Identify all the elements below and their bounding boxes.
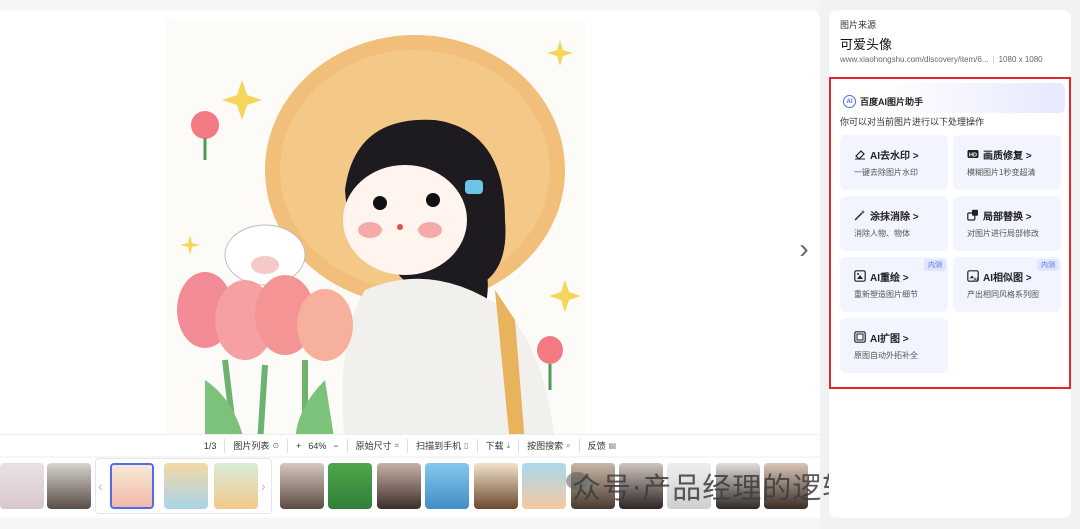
source-title[interactable]: 可爱头像	[840, 34, 892, 53]
thumbnail[interactable]	[425, 463, 469, 509]
eraser-icon	[855, 150, 865, 160]
scan-to-phone-label: 扫描到手机	[416, 441, 462, 451]
zoom-controls: + 64% −	[287, 438, 347, 453]
tool-name: 涂抹消除 >	[870, 212, 919, 223]
replace-icon	[967, 209, 978, 221]
redraw-icon	[854, 270, 866, 282]
tool-quality-repair[interactable]: HD 画质修复 > 模糊图片1秒变超清	[953, 135, 1061, 190]
viewer-toolbar: 1/3 图片列表 ⊙ + 64% − 原始尺寸 ⌗ 扫描到手机 ▯ 下载 ⤓ 按图搜索 ⌕…	[0, 434, 820, 456]
thumbnail[interactable]	[47, 463, 91, 509]
tool-ai-expand[interactable]: AI扩图 > 原图自动外拓补全	[840, 318, 948, 373]
feedback-button[interactable]: 反馈 ▤	[578, 438, 625, 453]
source-url-line: www.xiaohongshu.com/discovery/item/6... |…	[840, 55, 1043, 64]
tool-name: 画质修复 >	[983, 151, 1032, 162]
image-dimensions: 1080 x 1080	[998, 55, 1043, 64]
thumbnail[interactable]	[164, 463, 208, 509]
zoom-out-button[interactable]: −	[333, 441, 338, 451]
feedback-icon: ▤	[608, 441, 617, 450]
thumbnail[interactable]	[214, 463, 258, 509]
phone-icon: ▯	[464, 441, 469, 450]
tool-smear-erase[interactable]: 涂抹消除 > 消除人物、物体	[840, 196, 948, 251]
tool-name: AI去水印 >	[870, 151, 919, 162]
next-image-arrow[interactable]: ›	[790, 232, 818, 266]
download-icon: ⤓	[506, 440, 511, 450]
scan-to-phone-button[interactable]: 扫描到手机 ▯	[407, 438, 476, 453]
image-list-label: 图片列表	[233, 441, 270, 451]
tool-partial-replace[interactable]: 局部替换 > 对图片进行局部修改	[953, 196, 1061, 251]
tool-name: AI相似图 >	[983, 273, 1032, 284]
tool-desc: 一键去除图片水印	[854, 168, 918, 177]
tool-name: AI扩图 >	[870, 334, 909, 345]
hd-icon: HD	[967, 150, 979, 159]
image-stage: ›	[0, 10, 820, 444]
zoom-value: 64%	[308, 440, 327, 451]
page-counter-text: 1/3	[203, 440, 217, 451]
tool-ai-redraw[interactable]: 内测 AI重绘 > 重新塑造图片细节	[840, 257, 948, 312]
tool-desc: 模糊图片1秒变超清	[967, 168, 1036, 177]
list-toggle-icon: ⊙	[272, 441, 280, 450]
tool-desc: 对图片进行局部修改	[967, 229, 1039, 238]
ai-helper-subtitle: 你可以对当前图片进行以下处理操作	[840, 117, 985, 127]
feedback-label: 反馈	[587, 441, 606, 451]
search-by-image-button[interactable]: 按图搜索 ⌕	[518, 438, 579, 453]
original-size-button[interactable]: 原始尺寸 ⌗	[346, 438, 408, 453]
original-size-label: 原始尺寸	[355, 441, 392, 451]
tool-ai-similar[interactable]: 内测 AI AI相似图 > 产出相同风格系列图	[953, 257, 1061, 312]
ai-helper-title: 百度AI图片助手	[860, 97, 924, 107]
main-image[interactable]	[165, 20, 585, 444]
ai-helper-header: AI 百度AI图片助手	[833, 83, 1065, 113]
tool-name: 局部替换 >	[983, 212, 1032, 223]
ai-helper-box: AI 百度AI图片助手 你可以对当前图片进行以下处理操作 AI去水印 > 一键去…	[829, 77, 1071, 389]
magic-wand-icon	[854, 210, 865, 221]
svg-text:AI: AI	[973, 277, 978, 282]
thumbnail-selected[interactable]	[110, 463, 154, 509]
thumbnail[interactable]	[377, 463, 421, 509]
image-list-button[interactable]: 图片列表 ⊙	[224, 438, 287, 453]
expand-image-icon	[854, 331, 866, 343]
tool-name: AI重绘 >	[870, 273, 909, 284]
side-panel: 图片来源 可爱头像 www.xiaohongshu.com/discovery/…	[829, 10, 1071, 518]
image-viewer: › 1/3 图片列表 ⊙ + 64% − 原始尺寸 ⌗ 扫描到手机 ▯ 下载 ⤓ 按图搜…	[0, 0, 941, 529]
thumbnail[interactable]	[474, 463, 518, 509]
svg-text:HD: HD	[969, 153, 977, 159]
strip-next-icon[interactable]: ›	[261, 478, 266, 494]
download-button[interactable]: 下载 ⤓	[476, 438, 519, 453]
page-counter: 1/3	[196, 439, 225, 453]
source-url[interactable]: www.xiaohongshu.com/discovery/item/6...	[840, 55, 989, 64]
main-image-illustration	[165, 20, 585, 444]
thumbnail[interactable]	[328, 463, 372, 509]
similar-icon: AI	[967, 270, 979, 282]
expand-icon: ⌗	[394, 440, 400, 450]
tool-desc: 原图自动外拓补全	[854, 351, 918, 360]
thumbnail[interactable]	[0, 463, 44, 509]
search-by-image-label: 按图搜索	[527, 441, 564, 451]
strip-prev-icon[interactable]: ‹	[98, 478, 103, 494]
tool-remove-watermark[interactable]: AI去水印 > 一键去除图片水印	[840, 135, 948, 190]
separator: |	[992, 55, 995, 64]
tool-desc: 消除人物、物体	[854, 229, 910, 238]
tool-desc: 重新塑造图片细节	[854, 290, 918, 299]
zoom-in-button[interactable]: +	[296, 441, 301, 451]
beta-badge: 内测	[1037, 259, 1059, 271]
tool-desc: 产出相同风格系列图	[967, 290, 1039, 299]
image-search-icon: ⌕	[566, 440, 571, 450]
thumbnail[interactable]	[280, 463, 324, 509]
ai-badge-icon: AI	[843, 95, 856, 108]
download-label: 下载	[485, 441, 504, 451]
beta-badge: 内测	[924, 259, 946, 271]
thumbnail[interactable]	[522, 463, 566, 509]
source-label: 图片来源	[840, 20, 877, 30]
